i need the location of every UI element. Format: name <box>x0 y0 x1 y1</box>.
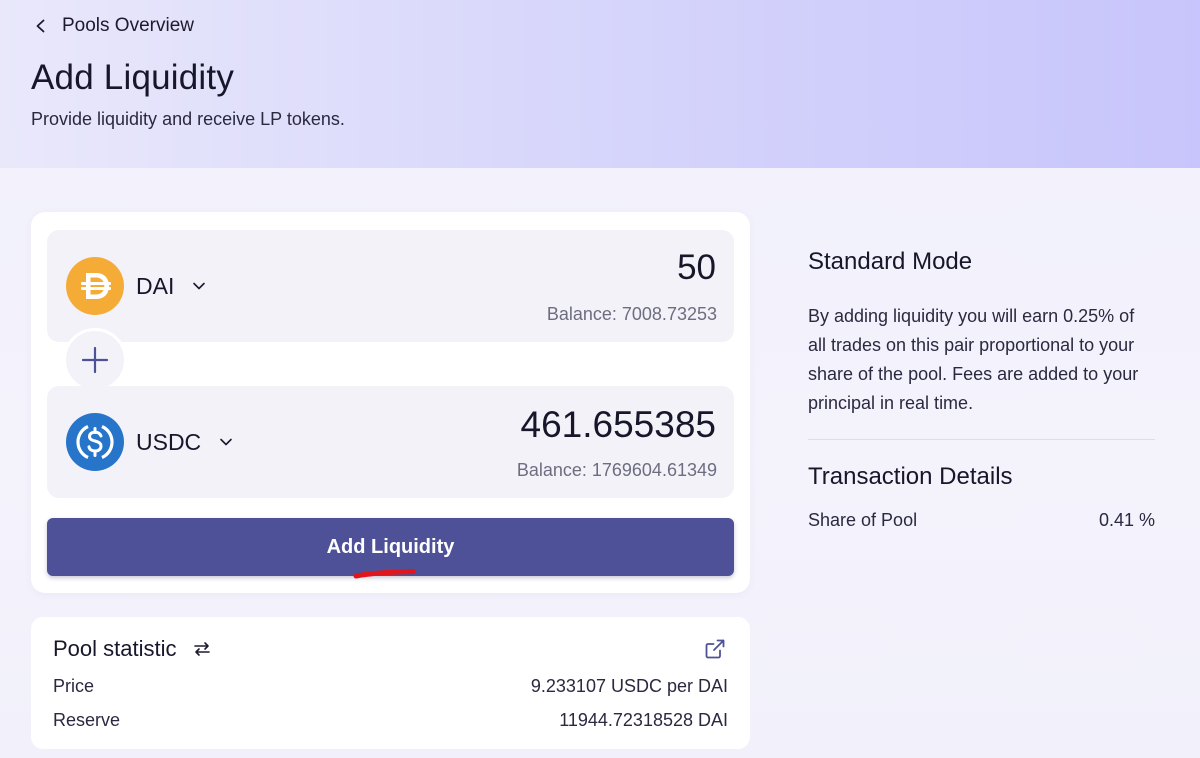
transaction-details-title: Transaction Details <box>808 463 1013 490</box>
dai-logo-icon <box>66 257 124 315</box>
token-a-symbol: DAI <box>136 272 175 299</box>
chevron-down-icon <box>220 438 232 446</box>
chevron-down-icon <box>193 282 206 290</box>
pool-stat-value: 11944.72318528 DAI <box>559 710 728 730</box>
token-a-amount-input[interactable] <box>336 248 716 288</box>
tx-row-share-of-pool: Share of Pool 0.41 % <box>808 510 1155 531</box>
standard-mode-description: By adding liquidity you will earn 0.25% … <box>808 306 1139 413</box>
pool-statistic-title: Pool statistic <box>53 636 177 661</box>
chevron-left-icon <box>36 19 45 33</box>
token-b-symbol: USDC <box>136 428 202 455</box>
standard-mode-title: Standard Mode <box>808 248 973 275</box>
pool-stat-value: 9.233107 USDC per DAI <box>530 676 728 696</box>
red-underline-annotation <box>353 569 416 579</box>
usdc-logo-icon <box>66 413 124 471</box>
swap-arrows-icon[interactable] <box>193 640 211 658</box>
back-link-pools-overview[interactable]: Pools Overview <box>34 14 194 38</box>
pool-statistic-header: Pool statistic <box>53 636 211 662</box>
page-subtitle: Provide liquidity and receive LP tokens. <box>31 109 345 129</box>
plus-icon-circle <box>63 328 127 392</box>
divider <box>808 439 1155 440</box>
pool-stat-row-reserve: Reserve 11944.72318528 DAI <box>53 710 728 731</box>
tx-label: Share of Pool <box>808 510 918 530</box>
token-b-selector[interactable]: USDC <box>66 412 233 472</box>
back-link-label: Pools Overview <box>62 15 194 36</box>
page-header: Pools Overview Add Liquidity Provide liq… <box>0 0 1200 168</box>
pool-stat-row-price: Price 9.233107 USDC per DAI <box>53 676 728 697</box>
pool-stat-label: Price <box>53 676 95 696</box>
token-b-amount-input[interactable] <box>336 404 716 446</box>
tx-value: 0.41 % <box>1098 510 1155 530</box>
token-a-box: DAI Balance: 7008.73253 <box>47 230 734 342</box>
pool-stat-label: Reserve <box>53 710 121 730</box>
info-panel: Standard Mode By adding liquidity you wi… <box>808 248 1155 531</box>
plus-icon <box>81 346 109 374</box>
pool-statistic-card: Pool statistic Price 9.233107 USDC per D… <box>31 617 750 749</box>
token-a-selector[interactable]: DAI <box>66 256 206 316</box>
token-b-balance: Balance: 1769604.61349 <box>516 460 717 480</box>
add-liquidity-card: DAI Balance: 7008.73253 USDC <box>31 212 750 593</box>
external-link-icon[interactable] <box>704 638 726 660</box>
page-title: Add Liquidity <box>31 58 235 97</box>
token-b-box: USDC Balance: 1769604.61349 <box>47 386 734 498</box>
token-a-balance: Balance: 7008.73253 <box>546 304 717 324</box>
